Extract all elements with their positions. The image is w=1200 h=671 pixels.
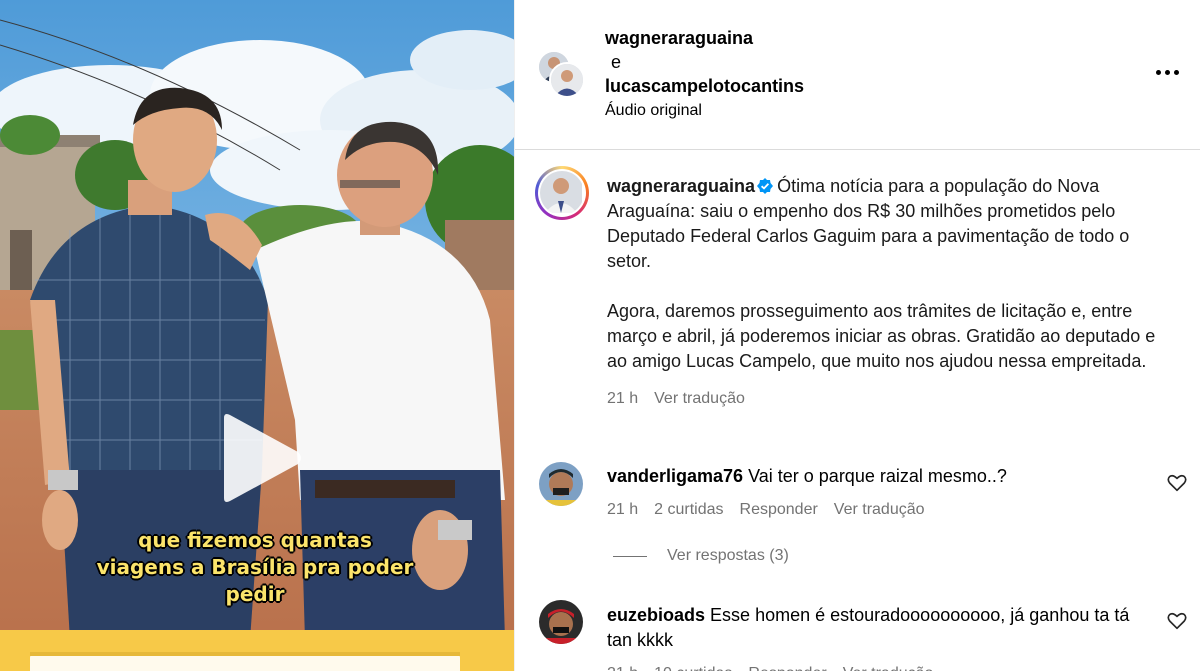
avatar-user2[interactable] — [549, 62, 585, 98]
reply-link[interactable]: Responder — [748, 661, 826, 671]
commenter-avatar[interactable] — [539, 600, 583, 644]
avatar-author — [540, 171, 584, 215]
post-header: wagneraraguaina e lucascampelotocantins … — [515, 0, 1200, 150]
collaborators: wagneraraguaina e lucascampelotocantins — [605, 26, 804, 98]
post-details-panel: wagneraraguaina e lucascampelotocantins … — [514, 0, 1200, 671]
view-replies-button[interactable]: Ver respostas (3) — [613, 547, 789, 565]
like-heart-icon[interactable] — [1166, 610, 1188, 632]
audio-link[interactable]: Áudio original — [605, 102, 702, 120]
view-replies-label: Ver respostas (3) — [667, 547, 789, 564]
post-time[interactable]: 21 h — [607, 386, 638, 411]
like-heart-icon[interactable] — [1166, 472, 1188, 494]
caption-paragraph-2: Agora, daremos prosseguimento aos trâmit… — [607, 301, 1156, 371]
username-link[interactable]: wagneraraguaina — [605, 26, 804, 50]
comment-time[interactable]: 21 h — [607, 497, 638, 522]
commenter-username-link[interactable]: euzebioads — [607, 605, 705, 625]
comment-body: euzebioads Esse homen é estouradoooooooo… — [607, 603, 1147, 671]
video-player[interactable]: que fizemos quantas viagens a Brasília p… — [0, 0, 514, 671]
commenter-username-link[interactable]: vanderligama76 — [607, 466, 743, 486]
story-ring[interactable] — [535, 166, 589, 220]
more-options-button[interactable] — [1156, 62, 1182, 82]
comment-body: vanderligama76 Vai ter o parque raizal m… — [607, 464, 1147, 522]
comment-text: Vai ter o parque raizal mesmo..? — [748, 466, 1007, 486]
username-link[interactable]: lucascampelotocantins — [605, 74, 804, 98]
video-subtitle: que fizemos quantas viagens a Brasília p… — [96, 528, 414, 606]
reply-link[interactable]: Responder — [740, 497, 818, 522]
play-button[interactable] — [216, 410, 306, 505]
conjunction-text: e — [611, 52, 622, 72]
reel-post-view: que fizemos quantas viagens a Brasília p… — [0, 0, 1200, 671]
replies-divider — [613, 555, 647, 557]
caption-meta: 21 h Ver tradução — [607, 386, 1167, 411]
comment-meta: 21 h 10 curtidas Responder Ver tradução — [607, 661, 1147, 671]
commenter-avatar[interactable] — [539, 462, 583, 506]
verified-badge-icon — [757, 178, 774, 194]
more-horizontal-icon — [1156, 69, 1161, 75]
comment-meta: 21 h 2 curtidas Responder Ver tradução — [607, 497, 1147, 522]
see-translation-link[interactable]: Ver tradução — [654, 386, 745, 411]
play-icon — [224, 413, 301, 502]
author-username-link[interactable]: wagneraraguaina — [607, 176, 755, 196]
likes-count-link[interactable]: 2 curtidas — [654, 497, 723, 522]
likes-count-link[interactable]: 10 curtidas — [654, 661, 732, 671]
see-translation-link[interactable]: Ver tradução — [843, 661, 934, 671]
see-translation-link[interactable]: Ver tradução — [834, 497, 925, 522]
caption-text-block: wagneraraguaina Ótima notícia para a popu… — [607, 174, 1167, 411]
comment-time[interactable]: 21 h — [607, 661, 638, 671]
